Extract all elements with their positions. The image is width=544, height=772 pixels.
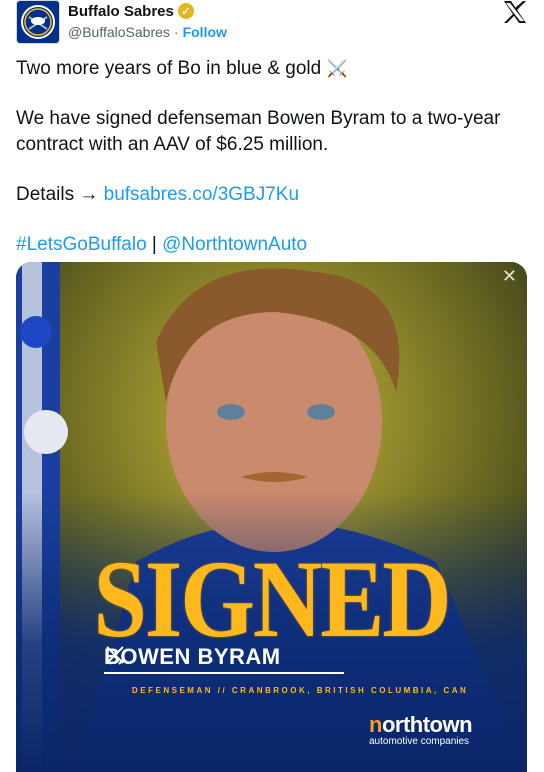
tweet-text: Two more years of Bo in blue & gold ⚔️ W… (16, 56, 526, 258)
player-meta: DEFENSEMAN // CRANBROOK, BRITISH COLUMBI… (132, 686, 469, 695)
handle-separator: · (173, 24, 179, 40)
player-row: BOWEN BYRAM (104, 644, 281, 670)
mention-link[interactable]: @NorthtownAuto (162, 234, 307, 255)
verified-badge-icon: ✓ (177, 3, 194, 19)
tweet-media-image[interactable]: ✕ SIGNED BOWEN BYRAM DEFENSEMAN // CRANB… (16, 262, 527, 772)
avatar[interactable] (16, 0, 60, 44)
corner-x-mark: ✕ (501, 266, 517, 286)
sponsor-logo: northtown automotive companies (369, 714, 479, 754)
author-name[interactable]: Buffalo Sabres (68, 3, 174, 20)
sponsor-name-rest: orthtown (381, 712, 473, 737)
x-logo-icon[interactable] (502, 0, 528, 24)
crossed-sticks-icon (105, 646, 125, 665)
tweet-line-2: We have signed defenseman Bowen Byram to… (16, 108, 501, 155)
sponsor-subtitle: automotive companies (369, 736, 470, 747)
text-divider: | (151, 234, 157, 255)
hashtag-link[interactable]: #LetsGoBuffalo (16, 234, 147, 255)
details-link[interactable]: bufsabres.co/3GBJ7Ku (104, 184, 299, 205)
tweet-line-1: Two more years of Bo in blue & gold (16, 58, 322, 79)
player-photo (16, 262, 527, 772)
details-label: Details → (16, 184, 99, 205)
name-underline (104, 672, 344, 674)
sabres-logo-icon (21, 5, 55, 39)
player-name: BOWEN BYRAM (104, 644, 281, 669)
author-handle[interactable]: @BuffaloSabres (68, 24, 170, 40)
crossed-swords-icon: ⚔️ (326, 59, 348, 78)
follow-button[interactable]: Follow (183, 24, 227, 40)
author-info: Buffalo Sabres ✓ @BuffaloSabres · Follow (68, 2, 227, 41)
sponsor-name-first: n (369, 712, 382, 737)
tweet-header: Buffalo Sabres ✓ @BuffaloSabres · Follow (16, 0, 528, 46)
